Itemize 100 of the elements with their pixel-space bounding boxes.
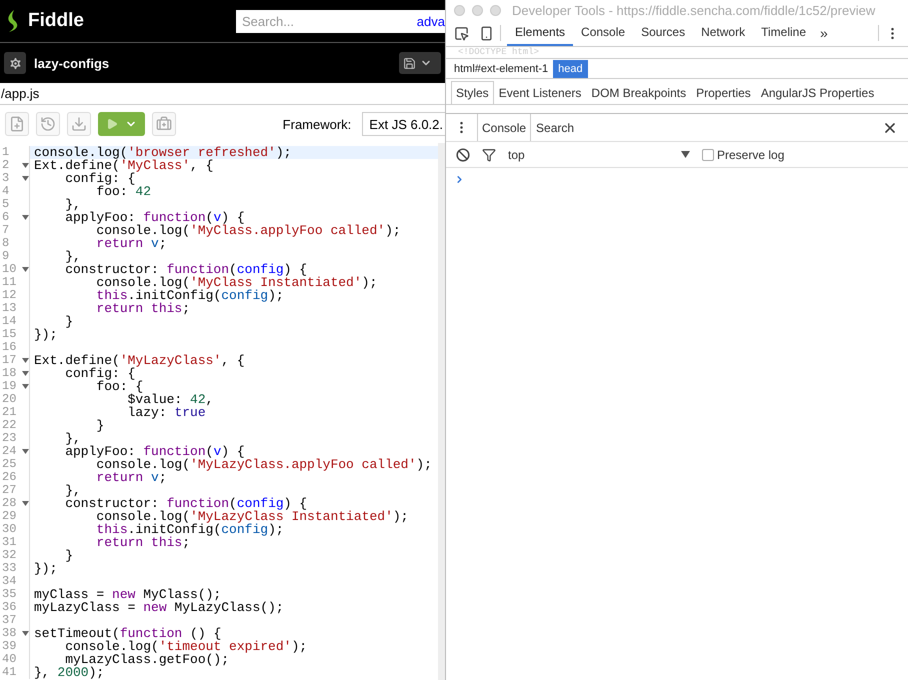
line-number: 29: [1, 510, 18, 523]
code-text: }, 2000);: [33, 666, 104, 679]
line-number: 25: [1, 458, 18, 471]
line-number: 26: [1, 471, 18, 484]
line-number: 37: [1, 614, 18, 627]
code-text: this.initConfig(config);: [95, 289, 284, 302]
code-text: },: [64, 432, 81, 445]
line-number: 31: [1, 536, 18, 549]
breadcrumb[interactable]: head: [553, 60, 588, 78]
line-number: 21: [1, 406, 18, 419]
line-number: 19: [1, 380, 18, 393]
line-number: 34: [1, 575, 18, 588]
fold-triangle-icon[interactable]: [22, 215, 29, 220]
code-text: console.log('MyClass.applyFoo called');: [96, 224, 401, 237]
line-number: 32: [1, 549, 18, 562]
devtools-tab[interactable]: Network: [693, 20, 754, 46]
line-number: 35: [1, 588, 18, 601]
play-icon: [106, 118, 118, 130]
line-number: 1: [1, 146, 10, 159]
fold-triangle-icon[interactable]: [22, 163, 29, 168]
line-number: 38: [1, 627, 18, 640]
fold-triangle-icon[interactable]: [22, 176, 29, 181]
save-button[interactable]: [399, 52, 441, 74]
filter-icon[interactable]: [482, 148, 496, 162]
code-text: constructor: function(config) {: [64, 497, 308, 510]
code-text: Ext.define('MyLazyClass', {: [33, 354, 245, 367]
devtools-tab[interactable]: Sources: [633, 20, 694, 46]
code-text: console.log('timeout expired');: [65, 640, 308, 653]
code-text: config: {: [65, 367, 136, 380]
code-text: }: [64, 315, 74, 328]
code-text: foo: 42: [96, 185, 152, 198]
preserve-log-checkbox[interactable]: Preserve log: [702, 148, 784, 162]
line-number: 23: [1, 432, 18, 445]
code-text: return this;: [95, 536, 190, 549]
code-text: },: [64, 484, 81, 497]
more-tabs-button[interactable]: »: [814, 20, 834, 46]
line-number: 36: [1, 601, 18, 614]
code-text: },: [64, 198, 81, 211]
code-text: Ext.define('MyClass', {: [33, 159, 214, 172]
line-number: 22: [1, 419, 18, 432]
code-text: $value: 42,: [126, 393, 214, 406]
line-number: 41: [1, 666, 18, 679]
context-select[interactable]: top: [508, 148, 690, 162]
line-number: 24: [1, 445, 18, 458]
code-text: }: [64, 549, 74, 562]
code-text: myLazyClass = new MyLazyClass();: [33, 601, 284, 614]
line-number: 16: [1, 341, 18, 354]
code-text: return v;: [95, 237, 167, 250]
drawer-tab[interactable]: Console: [477, 114, 532, 141]
line-number: 40: [1, 653, 18, 666]
code-text: });: [33, 562, 58, 575]
code-text: config: {: [65, 172, 136, 185]
line-number: 11: [1, 276, 18, 289]
line-number: 27: [1, 484, 18, 497]
devtools-tab[interactable]: Elements: [507, 20, 574, 46]
devtools-tab[interactable]: Timeline: [753, 20, 814, 46]
line-number: 13: [1, 302, 18, 315]
fold-triangle-icon[interactable]: [22, 358, 29, 363]
fold-triangle-icon[interactable]: [22, 501, 29, 506]
line-number: 7: [1, 224, 10, 237]
code-text: applyFoo: function(v) {: [64, 445, 245, 458]
code-text: console.log('MyLazyClass Instantiated');: [95, 510, 408, 523]
code-text: constructor: function(config) {: [64, 263, 308, 276]
code-text: console.log('browser refreshed');: [33, 146, 292, 159]
line-number: 20: [1, 393, 18, 406]
clear-console-icon[interactable]: [456, 148, 470, 162]
devtools-tab[interactable]: Console: [573, 20, 634, 46]
fold-triangle-icon[interactable]: [22, 371, 29, 376]
breadcrumb[interactable]: html#ext-element-1: [449, 60, 554, 78]
search-field[interactable]: Search... adva: [236, 10, 445, 32]
line-number: 5: [1, 198, 10, 211]
window-title: Developer Tools - https://fiddle.sencha.com/fiddle/1c52/preview: [512, 2, 876, 18]
history-icon: [40, 116, 56, 132]
code-text: this.initConfig(config);: [95, 523, 284, 536]
code-text: setTimeout(function () {: [33, 627, 222, 640]
advanced-link[interactable]: adva: [416, 14, 445, 28]
code-text: myLazyClass.getFoo();: [64, 653, 230, 666]
medical-kit-icon: [156, 116, 172, 132]
file-tab[interactable]: /app.js: [1, 86, 40, 101]
line-number: 33: [1, 562, 18, 575]
settings-button[interactable]: [4, 52, 26, 74]
fold-triangle-icon[interactable]: [22, 449, 29, 454]
line-number: 2: [1, 159, 10, 172]
line-number: 39: [1, 640, 18, 653]
line-number: 14: [1, 315, 18, 328]
fold-triangle-icon[interactable]: [22, 267, 29, 272]
fold-triangle-icon[interactable]: [22, 384, 29, 389]
line-number: 12: [1, 289, 18, 302]
fold-triangle-icon[interactable]: [22, 631, 29, 636]
file-plus-icon: [9, 116, 25, 132]
code-text: lazy: true: [126, 406, 206, 419]
download-icon: [71, 116, 87, 132]
dropdown-triangle-icon: [681, 151, 690, 158]
code-text: },: [64, 250, 81, 263]
code-text: foo: {: [96, 380, 144, 393]
code-text: console.log('MyClass Instantiated');: [95, 276, 378, 289]
sidebar-tab[interactable]: Styles: [451, 81, 494, 104]
fiddle-name: lazy-configs: [34, 56, 110, 70]
code-text: return v;: [95, 471, 167, 484]
code-text: applyFoo: function(v) {: [64, 211, 245, 224]
